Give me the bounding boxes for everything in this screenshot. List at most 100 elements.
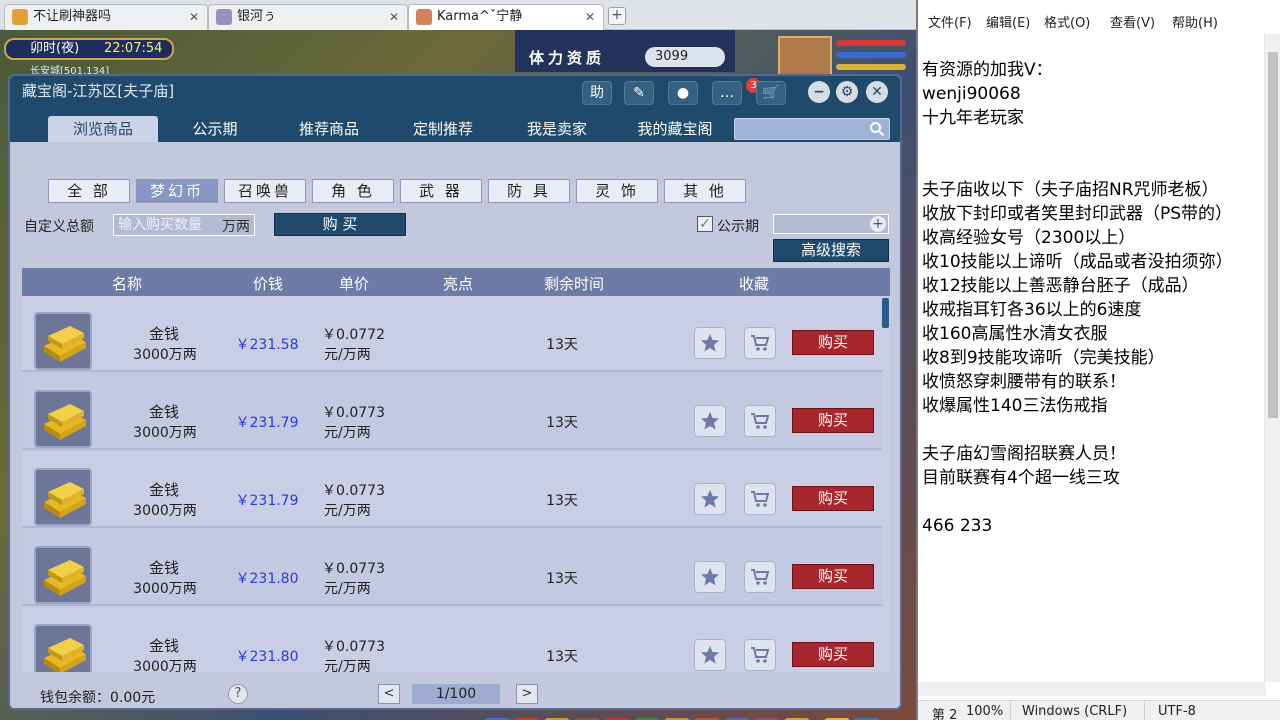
item-price: ￥231.79	[235, 493, 299, 509]
scrollbar-thumb[interactable]	[882, 298, 889, 328]
table-row[interactable]: 金钱 3000万两 ￥231.80 ￥0.0773 元/万两 13天 购买	[22, 608, 888, 672]
item-amount: 3000万两	[133, 581, 197, 597]
horizontal-scrollbar[interactable]	[918, 682, 1266, 696]
hammer-icon[interactable]: ✎	[624, 81, 654, 105]
public-period-label: 公示期	[717, 219, 759, 235]
quantity-unit: 万两	[222, 219, 250, 235]
add-to-cart-icon[interactable]	[744, 327, 776, 359]
tab-my-pavilion[interactable]: 我的藏宝阁	[620, 116, 730, 142]
category-weapon[interactable]: 武 器	[400, 179, 482, 203]
favorite-star-icon[interactable]	[694, 327, 726, 359]
unit-price-suffix: 元/万两	[324, 581, 371, 597]
add-to-cart-icon[interactable]	[744, 639, 776, 671]
add-to-cart-icon[interactable]	[744, 483, 776, 515]
close-icon[interactable]: ✕	[389, 5, 399, 29]
category-accessory[interactable]: 灵 饰	[576, 179, 658, 203]
item-amount: 3000万两	[133, 659, 197, 672]
gold-bar-icon	[34, 468, 92, 526]
category-other[interactable]: 其 他	[664, 179, 746, 203]
item-price: ￥231.80	[235, 571, 299, 587]
buy-button[interactable]: 购买	[792, 486, 874, 511]
gold-bar-icon	[34, 624, 92, 672]
menu-file[interactable]: 文件(F)	[928, 12, 972, 31]
gold-bar-icon	[34, 390, 92, 448]
zoom-level: 100%	[966, 704, 1004, 719]
tab-recommended[interactable]: 推荐商品	[274, 116, 384, 142]
divider	[1010, 701, 1011, 720]
category-armor[interactable]: 防 具	[488, 179, 570, 203]
browser-tab-1[interactable]: 不让刷神器吗 ✕	[4, 4, 208, 30]
settings-gear-icon[interactable]: ⚙	[836, 81, 858, 103]
table-row[interactable]: 金钱 3000万两 ￥231.58 ￥0.0772 元/万两 13天 购买	[22, 296, 888, 372]
buy-button[interactable]: 购买	[792, 642, 874, 667]
remaining-time: 13天	[546, 649, 578, 665]
treasure-pavilion-window: 藏宝阁-江苏区[夫子庙] 助 ✎ ● … 3 🛒 − ⚙ ✕ 浏览商品 公示期 …	[8, 74, 902, 710]
table-row[interactable]: 金钱 3000万两 ￥231.79 ￥0.0773 元/万两 13天 购买	[22, 374, 888, 450]
line-ending: Windows (CRLF)	[1022, 704, 1128, 719]
item-amount: 3000万两	[133, 425, 197, 441]
menu-help[interactable]: 帮助(H)	[1172, 12, 1218, 31]
plus-icon[interactable]: +	[870, 216, 886, 232]
table-row[interactable]: 金钱 3000万两 ￥231.80 ￥0.0773 元/万两 13天 购买	[22, 530, 888, 606]
category-currency[interactable]: 梦幻币	[136, 179, 218, 203]
col-highlight: 亮点	[442, 275, 473, 293]
notepad-text-area[interactable]: 有资源的加我V： wenji90068 十九年老玩家 夫子庙收以下（夫子庙招NR咒师老…	[922, 58, 1268, 538]
avatar-icon	[216, 9, 232, 25]
help-button[interactable]: 助	[582, 81, 612, 105]
public-period-select[interactable]: +	[773, 214, 889, 234]
scrollbar-thumb[interactable]	[1268, 52, 1278, 418]
cart-icon[interactable]: 🛒	[756, 81, 786, 105]
text-line: 收高经验女号（2300以上）	[922, 228, 1136, 248]
favorite-star-icon[interactable]	[694, 639, 726, 671]
new-tab-button[interactable]: +	[608, 7, 626, 25]
encoding: UTF-8	[1158, 704, 1196, 719]
menu-format[interactable]: 格式(O)	[1044, 12, 1090, 31]
search-icon[interactable]	[869, 121, 885, 137]
add-to-cart-icon[interactable]	[744, 561, 776, 593]
col-name: 名称	[111, 275, 142, 293]
search-input[interactable]	[734, 118, 890, 140]
buy-button[interactable]: 购买	[792, 330, 874, 355]
close-icon[interactable]: ✕	[189, 5, 199, 29]
item-price: ￥231.79	[235, 415, 299, 431]
add-to-cart-icon[interactable]	[744, 405, 776, 437]
category-character[interactable]: 角 色	[312, 179, 394, 203]
category-all[interactable]: 全 部	[48, 179, 130, 203]
table-row[interactable]: 金钱 3000万两 ￥231.79 ￥0.0773 元/万两 13天 购买	[22, 452, 888, 528]
buy-button[interactable]: 购买	[792, 564, 874, 589]
menu-edit[interactable]: 编辑(E)	[986, 12, 1030, 31]
text-line: 收戒指耳钉各36以上的6速度	[922, 300, 1142, 320]
help-icon[interactable]: ?	[228, 684, 248, 704]
tab-public[interactable]: 公示期	[160, 116, 270, 142]
tab-custom[interactable]: 定制推荐	[388, 116, 498, 142]
close-icon[interactable]: ✕	[866, 81, 888, 103]
advanced-search-button[interactable]: 高级搜索	[773, 239, 889, 262]
favorite-star-icon[interactable]	[694, 561, 726, 593]
unit-price-suffix: 元/万两	[324, 425, 371, 441]
avatar-icon	[12, 9, 28, 25]
menu-view[interactable]: 查看(V)	[1110, 12, 1155, 31]
chat-icon[interactable]: …	[712, 81, 742, 105]
browser-tab-2[interactable]: 银河ぅ ✕	[208, 4, 408, 30]
favorite-star-icon[interactable]	[694, 483, 726, 515]
minimize-icon[interactable]: −	[808, 81, 830, 103]
tab-seller[interactable]: 我是卖家	[502, 116, 612, 142]
public-period-checkbox[interactable]: ✓	[697, 216, 713, 232]
record-icon[interactable]: ●	[668, 81, 698, 105]
text-line: 收8到9技能攻谛听（完美技能）	[922, 348, 1165, 368]
buy-button[interactable]: 购买	[792, 408, 874, 433]
tab-browse[interactable]: 浏览商品	[48, 116, 158, 142]
browser-tab-3[interactable]: Karma^ˇ宁静 ✕	[408, 4, 604, 30]
item-price: ￥231.80	[235, 649, 299, 665]
next-page-button[interactable]: >	[516, 684, 538, 704]
category-pet[interactable]: 召唤兽	[224, 179, 306, 203]
scrollbar[interactable]	[882, 296, 890, 672]
item-name: 金钱	[148, 325, 179, 343]
favorite-star-icon[interactable]	[694, 405, 726, 437]
prev-page-button[interactable]: <	[378, 684, 400, 704]
buy-amount-button[interactable]: 购 买	[274, 213, 406, 236]
text-line	[922, 490, 1268, 514]
close-icon[interactable]: ✕	[585, 5, 595, 29]
divider	[1144, 701, 1145, 720]
unit-price: ￥0.0773	[322, 639, 385, 655]
